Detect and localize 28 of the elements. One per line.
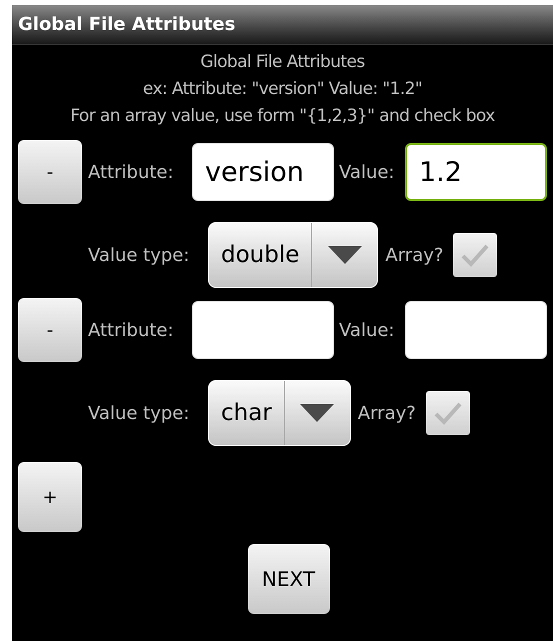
instruction-text: For an array value, use form "{1,2,3}" and check box: [70, 105, 495, 128]
check-icon: [460, 242, 490, 268]
array-checkbox[interactable]: [426, 391, 470, 435]
input-field[interactable]: [405, 301, 547, 359]
array-label: Array?: [385, 244, 444, 268]
window-title: Global File Attributes: [18, 13, 236, 37]
attribute-label: Attribute:: [88, 160, 175, 184]
array-checkbox[interactable]: [453, 233, 498, 277]
array-label: Array?: [358, 402, 416, 426]
value-label: Value:: [339, 318, 396, 342]
value-label: Value:: [339, 160, 396, 184]
input-field[interactable]: 1.2: [405, 143, 547, 201]
value-type-dropdown[interactable]: double: [208, 222, 378, 288]
add-button[interactable]: +: [18, 462, 82, 532]
value-type-label: Value type:: [88, 244, 190, 268]
input-field[interactable]: [192, 301, 334, 359]
value-type-label: Value type:: [88, 402, 190, 426]
dropdown-arrow-icon: [300, 404, 334, 422]
check-icon: [432, 400, 463, 426]
remove-button[interactable]: -: [18, 298, 82, 362]
instruction-text: ex: Attribute: "version" Value: "1.2": [142, 78, 422, 101]
attribute-label: Attribute:: [88, 318, 175, 342]
value-type-dropdown[interactable]: char: [208, 380, 351, 446]
instruction-text: Global File Attributes: [200, 51, 365, 74]
input-field[interactable]: version: [192, 143, 334, 201]
next-button[interactable]: NEXT: [248, 544, 330, 614]
dropdown-arrow-icon: [328, 246, 362, 264]
remove-button[interactable]: -: [18, 140, 82, 204]
